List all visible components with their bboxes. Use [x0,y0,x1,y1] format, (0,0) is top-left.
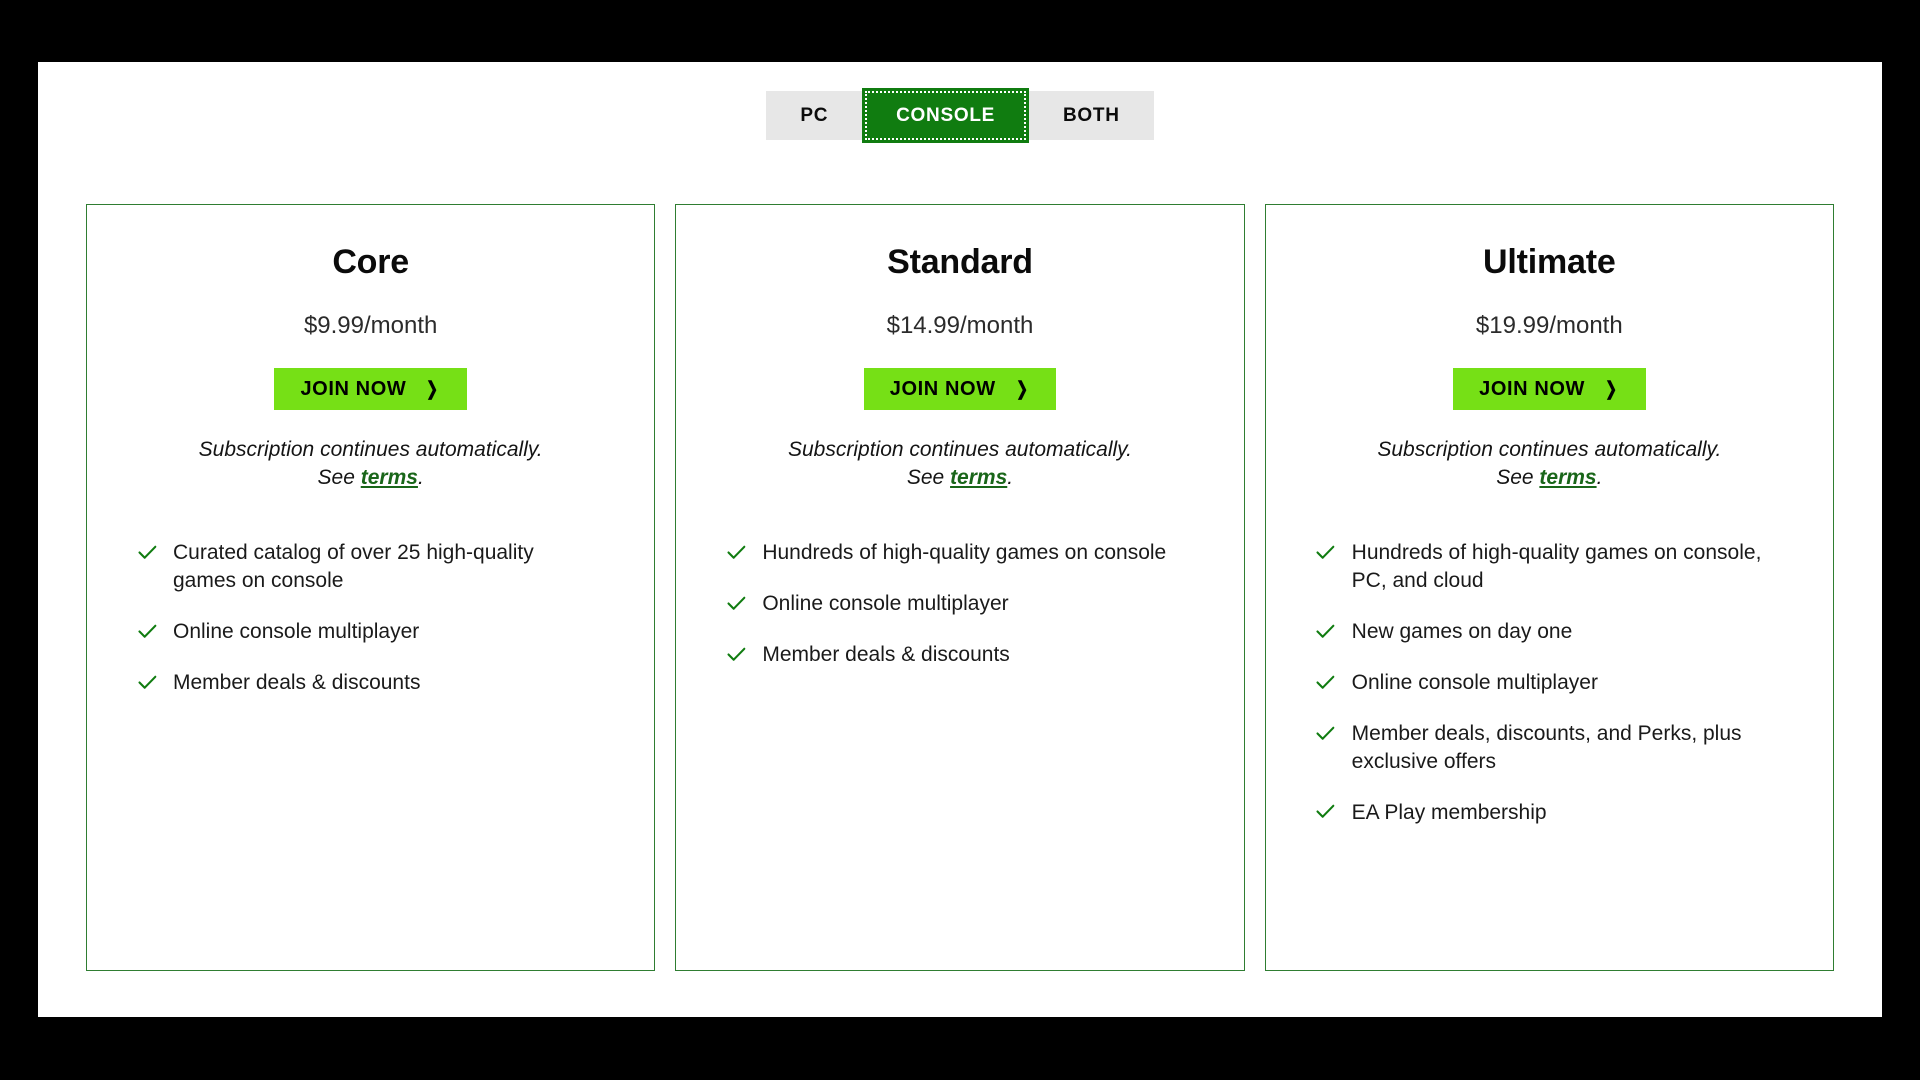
checkmark-icon [137,618,157,644]
list-item: Member deals & discounts [137,669,618,697]
plan-price: $9.99/month [303,312,438,339]
plan-title: Core [332,243,409,281]
terms-line-1: Subscription continues automatically. [198,438,543,461]
checkmark-icon [1316,669,1336,695]
feature-text: Online console multiplayer [173,620,420,644]
feature-text: New games on day one [1351,620,1573,644]
toggle-option-pc[interactable]: PC [766,91,863,140]
terms-link[interactable]: terms [361,466,418,489]
checkmark-icon [137,539,157,565]
feature-list-standard: Hundreds of high-quality games on consol… [712,539,1207,692]
checkmark-icon [1316,720,1336,746]
plan-title: Standard [887,243,1033,281]
list-item: Member deals & discounts [726,641,1207,669]
list-item: Member deals, discounts, and Perks, plus… [1316,720,1797,776]
join-now-button-core[interactable]: JOIN NOW ❯ [274,368,467,410]
subscription-terms-note: Subscription continues automatically. Se… [1377,436,1721,491]
feature-text: Member deals & discounts [762,643,1010,667]
terms-line-1: Subscription continues automatically. [788,438,1132,461]
plan-card-core: Core $9.99/month JOIN NOW ❯ Subscription… [86,204,656,971]
terms-link[interactable]: terms [950,466,1007,489]
list-item: Online console multiplayer [137,618,618,646]
checkmark-icon [1316,618,1336,644]
platform-toggle-container: PC CONSOLE BOTH [38,62,1882,143]
terms-see-prefix: See [317,465,361,489]
terms-period: . [1596,465,1603,489]
list-item: Hundreds of high-quality games on consol… [726,539,1207,567]
feature-text: Hundreds of high-quality games on consol… [1351,541,1762,593]
terms-period: . [417,465,424,489]
plan-price: $14.99/month [886,312,1034,339]
feature-list-ultimate: Hundreds of high-quality games on consol… [1302,539,1797,849]
feature-text: Curated catalog of over 25 high-quality … [173,541,534,593]
join-now-label: JOIN NOW [889,377,996,400]
terms-period: . [1007,465,1014,489]
join-now-button-standard[interactable]: JOIN NOW ❯ [863,368,1057,410]
chevron-right-icon: ❯ [426,378,439,400]
feature-list-core: Curated catalog of over 25 high-quality … [123,539,618,720]
plan-price: $19.99/month [1475,312,1623,339]
checkmark-icon [137,669,157,695]
page-content: PC CONSOLE BOTH Core $9.99/month JOIN NO… [38,62,1882,1017]
terms-line-1: Subscription continues automatically. [1377,438,1722,461]
join-now-label: JOIN NOW [1479,377,1586,400]
checkmark-icon [726,641,746,667]
subscription-terms-note: Subscription continues automatically. Se… [788,436,1132,491]
toggle-option-console[interactable]: CONSOLE [862,88,1029,143]
toggle-option-both[interactable]: BOTH [1029,91,1154,140]
checkmark-icon [726,590,746,616]
feature-text: Member deals & discounts [173,671,421,695]
plan-card-standard: Standard $14.99/month JOIN NOW ❯ Subscri… [675,204,1245,971]
plan-title: Ultimate [1483,243,1616,281]
list-item: Curated catalog of over 25 high-quality … [137,539,618,595]
subscription-terms-note: Subscription continues automatically. Se… [199,436,543,491]
list-item: Hundreds of high-quality games on consol… [1316,539,1797,595]
terms-link[interactable]: terms [1539,466,1596,489]
terms-see-prefix: See [1496,465,1540,489]
join-now-button-ultimate[interactable]: JOIN NOW ❯ [1453,368,1646,410]
feature-text: Hundreds of high-quality games on consol… [762,541,1167,565]
plan-card-ultimate: Ultimate $19.99/month JOIN NOW ❯ Subscri… [1264,204,1834,971]
checkmark-icon [1316,539,1336,565]
screen-letterbox: PC CONSOLE BOTH Core $9.99/month JOIN NO… [0,0,1920,1080]
feature-text: EA Play membership [1351,800,1547,824]
checkmark-icon [1316,799,1336,825]
list-item: Online console multiplayer [1316,669,1797,697]
terms-see-prefix: See [906,465,951,489]
list-item: Online console multiplayer [726,590,1207,618]
platform-toggle-group[interactable]: PC CONSOLE BOTH [766,88,1154,143]
feature-text: Online console multiplayer [1351,671,1598,695]
feature-text: Member deals, discounts, and Perks, plus… [1351,722,1742,774]
join-now-label: JOIN NOW [300,377,407,400]
list-item: EA Play membership [1316,799,1797,827]
chevron-right-icon: ❯ [1605,378,1618,400]
pricing-cards-container: Core $9.99/month JOIN NOW ❯ Subscription… [38,143,1882,971]
checkmark-icon [726,539,746,565]
chevron-right-icon: ❯ [1015,378,1029,400]
list-item: New games on day one [1316,618,1797,646]
feature-text: Online console multiplayer [762,592,1009,616]
